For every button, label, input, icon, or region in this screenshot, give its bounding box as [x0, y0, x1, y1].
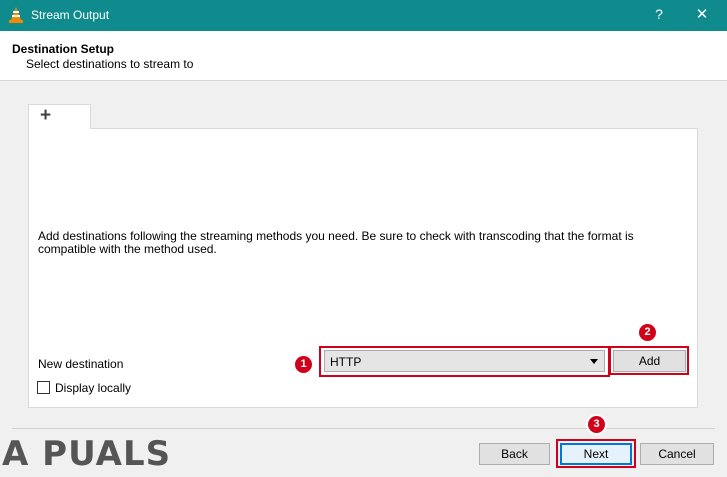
- watermark-text: A PUALS: [2, 434, 172, 474]
- step-marker-2: 2: [639, 324, 656, 341]
- display-locally-label: Display locally: [55, 381, 132, 395]
- highlight-add-button: [609, 346, 689, 375]
- page-subtitle: Select destinations to stream to: [26, 57, 194, 71]
- back-button[interactable]: Back: [479, 443, 550, 465]
- help-button[interactable]: ?: [652, 6, 666, 22]
- window-title: Stream Output: [31, 8, 110, 22]
- tab-add-destination[interactable]: +: [28, 104, 91, 129]
- description-text: Add destinations following the streaming…: [38, 229, 634, 256]
- page-title: Destination Setup: [12, 42, 115, 56]
- wizard-header: Destination Setup Select destinations to…: [0, 31, 727, 81]
- plus-icon: +: [40, 105, 52, 126]
- cancel-button[interactable]: Cancel: [640, 443, 714, 465]
- step-marker-1: 1: [295, 356, 312, 373]
- watermark-logo: A PUALS: [2, 428, 182, 476]
- title-bar: Stream Output ? ✕: [0, 0, 727, 31]
- step-marker-3: 3: [588, 416, 605, 433]
- new-destination-label: New destination: [38, 357, 124, 371]
- display-locally-checkbox[interactable]: [37, 381, 50, 394]
- highlight-destination-select: [319, 346, 610, 377]
- highlight-next-button: [556, 439, 636, 468]
- vlc-cone-icon: [9, 7, 23, 23]
- close-button[interactable]: ✕: [695, 5, 709, 23]
